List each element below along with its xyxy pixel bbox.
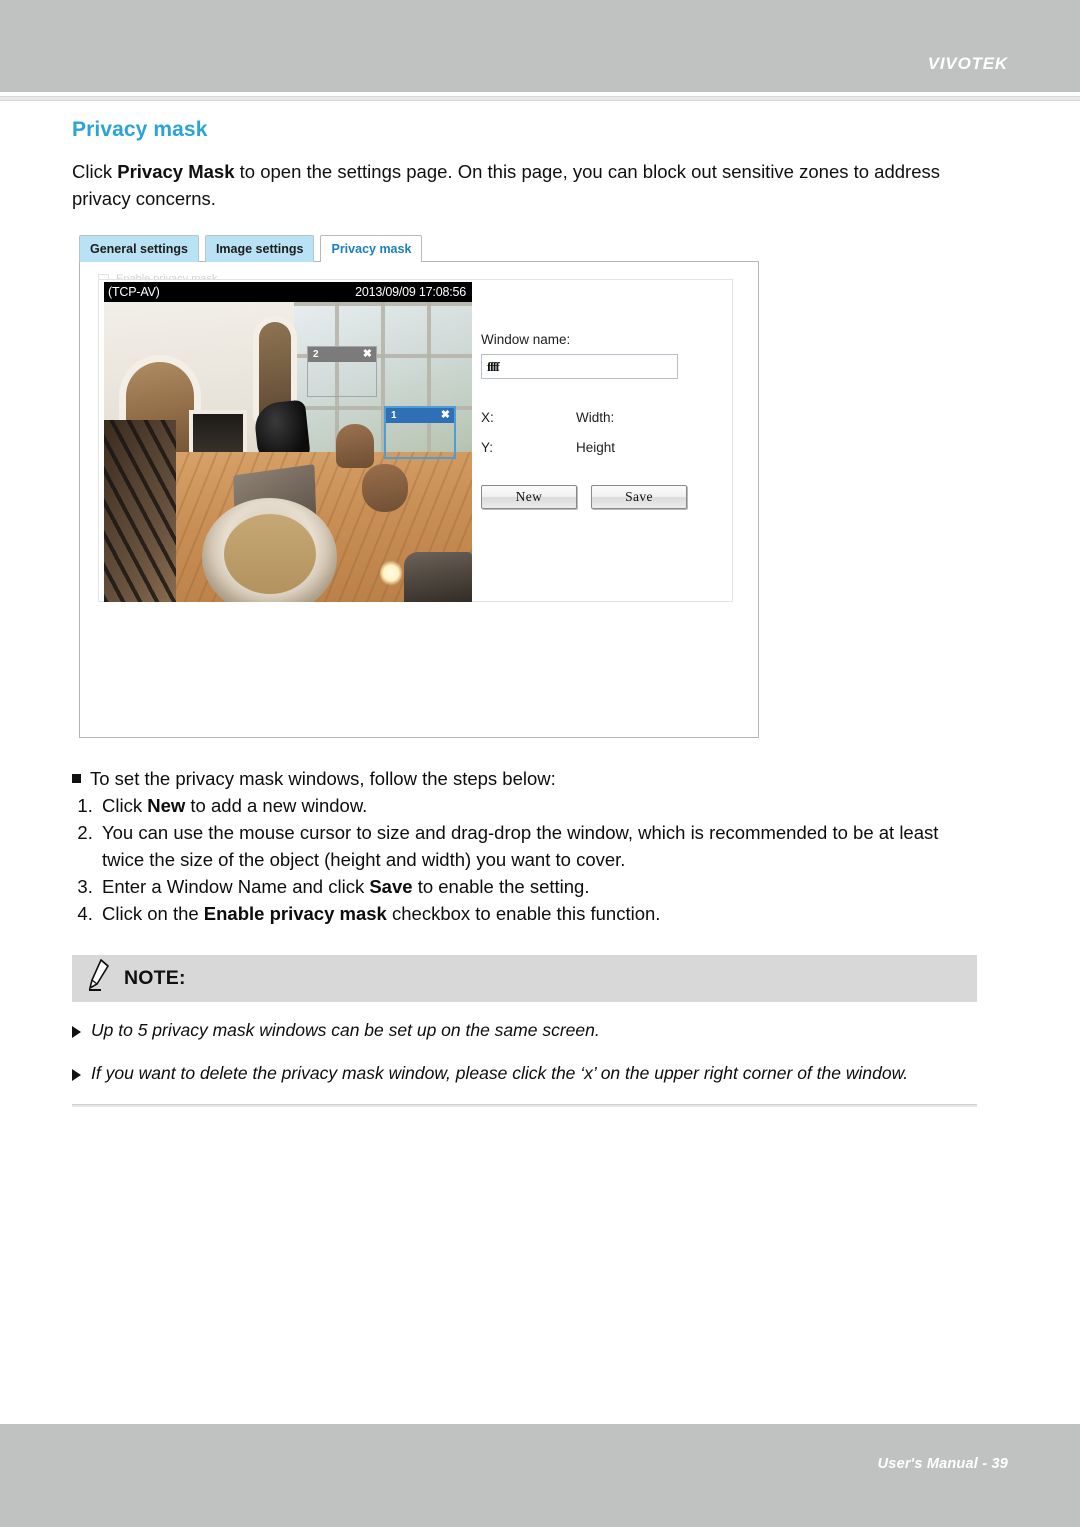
step-4-post: checkbox to enable this function.: [386, 903, 661, 924]
privacy-mask-form: Window name: X: Width: Y: Height New Sav…: [481, 332, 721, 509]
page-content: Privacy mask Click Privacy Mask to open …: [72, 118, 992, 1107]
new-button[interactable]: New: [481, 485, 577, 509]
note-item: If you want to delete the privacy mask w…: [72, 1061, 977, 1086]
privacy-mask-inner-box: (TCP-AV) 2013/09/09 17:08:56 2 ✖ 1 ✖ Win…: [98, 279, 733, 602]
tab-general-settings[interactable]: General settings: [79, 235, 199, 262]
video-preview[interactable]: (TCP-AV) 2013/09/09 17:08:56 2 ✖ 1 ✖: [104, 282, 472, 602]
footer-page-label: User's Manual - 39: [877, 1456, 1008, 1472]
step-2-text: You can use the mouse cursor to size and…: [102, 822, 939, 870]
header-divider: [0, 96, 1080, 101]
osd-timestamp: 2013/09/09 17:08:56: [355, 285, 466, 299]
intro-paragraph: Click Privacy Mask to open the settings …: [72, 158, 962, 212]
privacy-mask-window-2-titlebar[interactable]: 2 ✖: [308, 347, 376, 362]
step-item: Click New to add a new window.: [98, 792, 972, 819]
settings-panel: Enable privacy mask (TCP-AV) 2013/09/09 …: [79, 261, 759, 738]
width-label: Width:: [576, 410, 615, 425]
camera-scene-image: 2 ✖ 1 ✖: [104, 302, 472, 602]
privacy-mask-window-2[interactable]: 2 ✖: [307, 346, 377, 397]
privacy-mask-window-1[interactable]: 1 ✖: [384, 406, 456, 459]
coordinates-grid: X: Width: Y: Height: [481, 410, 721, 455]
triangle-bullet-icon: [72, 1069, 81, 1081]
note-item-text: If you want to delete the privacy mask w…: [91, 1063, 909, 1083]
note-bottom-divider: [72, 1104, 977, 1107]
page-footer: User's Manual - 39: [0, 1424, 1080, 1527]
close-icon[interactable]: ✖: [363, 349, 372, 360]
video-osd-bar: (TCP-AV) 2013/09/09 17:08:56: [104, 282, 472, 302]
triangle-bullet-icon: [72, 1026, 81, 1038]
privacy-mask-window-1-index: 1: [391, 410, 397, 421]
window-name-label: Window name:: [481, 332, 571, 347]
step-1-bold: New: [147, 795, 186, 816]
privacy-mask-window-1-titlebar[interactable]: 1 ✖: [386, 408, 454, 423]
scene-armchair-1: [336, 424, 374, 468]
close-icon[interactable]: ✖: [441, 410, 450, 421]
note-header: NOTE:: [72, 955, 977, 1002]
osd-stream-mode: (TCP-AV): [108, 285, 160, 299]
step-3-post: to enable the setting.: [412, 876, 590, 897]
step-3-bold: Save: [369, 876, 413, 897]
scene-foreground-furniture: [404, 552, 472, 602]
note-box: NOTE: Up to 5 privacy mask windows can b…: [72, 955, 977, 1107]
privacy-mask-settings-screenshot: General settings Image settings Privacy …: [79, 234, 759, 738]
privacy-mask-window-1-body[interactable]: [386, 423, 454, 457]
steps-section: To set the privacy mask windows, follow …: [72, 765, 972, 927]
step-1-pre: Click: [102, 795, 148, 816]
steps-list: Click New to add a new window. You can u…: [72, 792, 972, 927]
save-button[interactable]: Save: [591, 485, 687, 509]
step-1-post: to add a new window.: [185, 795, 368, 816]
note-title: NOTE:: [124, 967, 186, 989]
intro-bold: Privacy Mask: [117, 161, 235, 182]
steps-lead-text: To set the privacy mask windows, follow …: [90, 768, 556, 789]
page-title: Privacy mask: [72, 118, 208, 141]
note-item: Up to 5 privacy mask windows can be set …: [72, 1018, 977, 1043]
y-label: Y:: [481, 440, 494, 455]
step-4-bold: Enable privacy mask: [203, 903, 387, 924]
step-item: Enter a Window Name and click Save to en…: [98, 873, 972, 900]
scene-sofa-inner: [224, 514, 316, 594]
note-item-text: Up to 5 privacy mask windows can be set …: [91, 1020, 600, 1040]
step-3-pre: Enter a Window Name and click: [102, 876, 370, 897]
step-item: Click on the Enable privacy mask checkbo…: [98, 900, 972, 927]
scene-armchair-2: [362, 464, 408, 512]
scene-staircase: [104, 420, 176, 602]
tab-privacy-mask[interactable]: Privacy mask: [320, 235, 423, 262]
page-header: VIVOTEK: [0, 0, 1080, 92]
intro-prefix: Click: [72, 161, 118, 182]
note-body: Up to 5 privacy mask windows can be set …: [72, 1002, 977, 1086]
pencil-icon: [88, 958, 110, 998]
height-label: Height: [576, 440, 616, 455]
window-name-input[interactable]: [481, 354, 678, 379]
step-4-pre: Click on the: [102, 903, 204, 924]
tab-image-settings[interactable]: Image settings: [204, 235, 315, 262]
scene-lamp-glow: [380, 560, 402, 586]
square-bullet-icon: [72, 774, 81, 783]
form-button-row: New Save: [481, 485, 721, 509]
x-label: X:: [481, 410, 494, 425]
privacy-mask-window-2-index: 2: [313, 349, 319, 360]
brand-logo: VIVOTEK: [927, 54, 1008, 73]
steps-lead: To set the privacy mask windows, follow …: [72, 765, 972, 792]
step-item: You can use the mouse cursor to size and…: [98, 819, 972, 873]
privacy-mask-window-2-body[interactable]: [308, 362, 376, 396]
settings-tabs: General settings Image settings Privacy …: [79, 234, 759, 262]
